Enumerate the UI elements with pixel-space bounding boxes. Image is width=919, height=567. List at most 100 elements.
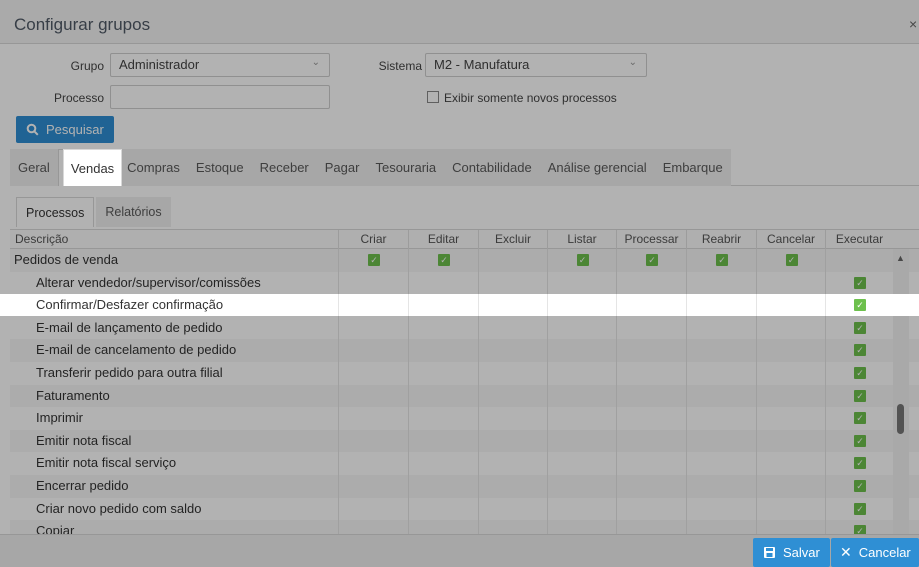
permission-cell[interactable]: ✓ [825,407,893,430]
tab-estoque[interactable]: Estoque [187,149,252,186]
permission-cell[interactable] [408,429,478,453]
permission-cell[interactable] [756,520,825,534]
permission-cell[interactable] [478,339,547,362]
cancelar-button[interactable]: ✕ Cancelar [831,538,919,567]
checkbox-checked-icon[interactable]: ✓ [785,254,798,266]
checkbox-checked-icon[interactable]: ✓ [854,479,866,492]
permission-cell[interactable] [338,474,408,498]
permission-cell[interactable]: ✓ [338,249,408,272]
permission-cell[interactable] [478,294,547,316]
permission-cell[interactable]: ✓ [825,339,893,362]
scroll-up-icon[interactable]: ▲ [896,253,905,263]
permission-cell[interactable] [408,474,478,498]
permission-cell[interactable] [547,271,616,295]
permission-cell[interactable] [686,384,756,408]
permission-cell[interactable] [616,474,686,498]
tab-embarque[interactable]: Embarque [654,149,731,186]
permission-cell[interactable] [338,339,408,362]
table-row[interactable]: Pedidos de venda ✓ ✓ ✓ ✓ ✓ ✓ [10,249,919,272]
permission-cell[interactable]: ✓ [408,249,478,272]
tab-analise-gerencial[interactable]: Análise gerencial [539,149,655,186]
checkbox-checked-icon[interactable]: ✓ [854,412,866,425]
permission-cell[interactable] [478,384,547,408]
table-row[interactable]: Faturamento ✓ [10,384,919,408]
permission-cell[interactable] [686,271,756,295]
permission-cell[interactable] [478,316,547,340]
permission-cell[interactable] [547,520,616,534]
checkbox-checked-icon[interactable]: ✓ [854,457,866,470]
table-row[interactable]: Transferir pedido para outra filial ✓ [10,361,919,385]
permission-cell[interactable] [338,294,408,316]
permission-cell[interactable]: ✓ [825,384,893,408]
permission-cell[interactable]: ✓ [825,452,893,475]
permission-cell[interactable]: ✓ [825,271,893,295]
tab-receber[interactable]: Receber [251,149,317,186]
permission-cell[interactable] [408,520,478,534]
permission-cell[interactable] [408,361,478,385]
permission-cell[interactable] [686,452,756,475]
permission-cell[interactable] [756,271,825,295]
permission-cell[interactable] [686,361,756,385]
tab-contabilidade[interactable]: Contabilidade [444,149,540,186]
permission-cell[interactable] [338,429,408,453]
permission-cell[interactable] [756,474,825,498]
permission-cell[interactable]: ✓ [825,361,893,385]
permission-cell[interactable] [756,452,825,475]
permission-cell[interactable] [616,497,686,521]
close-icon[interactable]: × [909,16,919,32]
permission-cell[interactable] [756,294,825,316]
table-row[interactable]: Emitir nota fiscal ✓ [10,429,919,453]
highlighted-tab-vendas[interactable]: Vendas [63,149,122,186]
permission-cell[interactable] [338,316,408,340]
subtab-processos[interactable]: Processos [16,197,95,227]
checkbox-checked-icon[interactable]: ✓ [576,254,589,266]
permission-cell[interactable]: ✓ [825,520,893,534]
permission-cell[interactable] [408,271,478,295]
checkbox-checked-icon[interactable]: ✓ [438,254,450,266]
permission-cell[interactable] [756,429,825,453]
permission-cell[interactable] [338,384,408,408]
table-row[interactable]: E-mail de lançamento de pedido ✓ [10,316,919,340]
permission-cell[interactable]: ✓ [616,249,686,272]
grid-scrollbar[interactable]: ▲ [893,249,909,534]
checkbox-checked-icon[interactable]: ✓ [368,254,380,266]
permission-cell[interactable] [408,316,478,340]
permission-cell[interactable]: ✓ [825,429,893,453]
permission-cell[interactable] [756,497,825,521]
table-row[interactable]: Alterar vendedor/supervisor/comissões ✓ [10,271,919,295]
checkbox-checked-icon[interactable]: ✓ [646,254,658,266]
checkbox-checked-icon[interactable]: ✓ [716,254,728,266]
table-row[interactable]: Emitir nota fiscal serviço ✓ [10,452,919,475]
permission-cell[interactable] [616,429,686,453]
checkbox-checked-icon[interactable]: ✓ [854,321,866,334]
permission-cell[interactable] [478,452,547,475]
subtab-relatorios[interactable]: Relatórios [96,197,171,227]
sistema-select[interactable]: M2 - Manufatura ⌄ [425,53,647,77]
permission-cell[interactable] [616,407,686,430]
permission-cell[interactable] [756,316,825,340]
permission-cell[interactable] [616,271,686,295]
pesquisar-button[interactable]: Pesquisar [16,116,114,143]
table-row[interactable]: Imprimir ✓ [10,407,919,430]
permission-cell[interactable] [547,429,616,453]
permission-cell[interactable] [338,271,408,295]
permission-cell[interactable] [478,474,547,498]
tab-pagar[interactable]: Pagar [316,149,368,186]
permission-cell[interactable] [825,249,893,272]
permission-cell[interactable]: ✓ [547,249,616,272]
salvar-button[interactable]: Salvar [753,538,830,567]
permission-cell[interactable] [547,294,616,316]
permission-cell[interactable] [756,407,825,430]
checkbox-checked-icon[interactable]: ✓ [854,344,866,357]
permission-cell[interactable] [686,520,756,534]
permission-cell[interactable] [408,452,478,475]
permission-cell[interactable] [478,520,547,534]
permission-cell[interactable] [756,384,825,408]
permission-cell[interactable] [338,361,408,385]
permission-cell[interactable] [616,339,686,362]
permission-cell[interactable] [408,384,478,408]
tab-tesouraria[interactable]: Tesouraria [367,149,445,186]
tab-geral[interactable]: Geral [10,149,58,186]
table-row[interactable]: Copiar ✓ [10,520,919,534]
permission-cell[interactable] [338,520,408,534]
